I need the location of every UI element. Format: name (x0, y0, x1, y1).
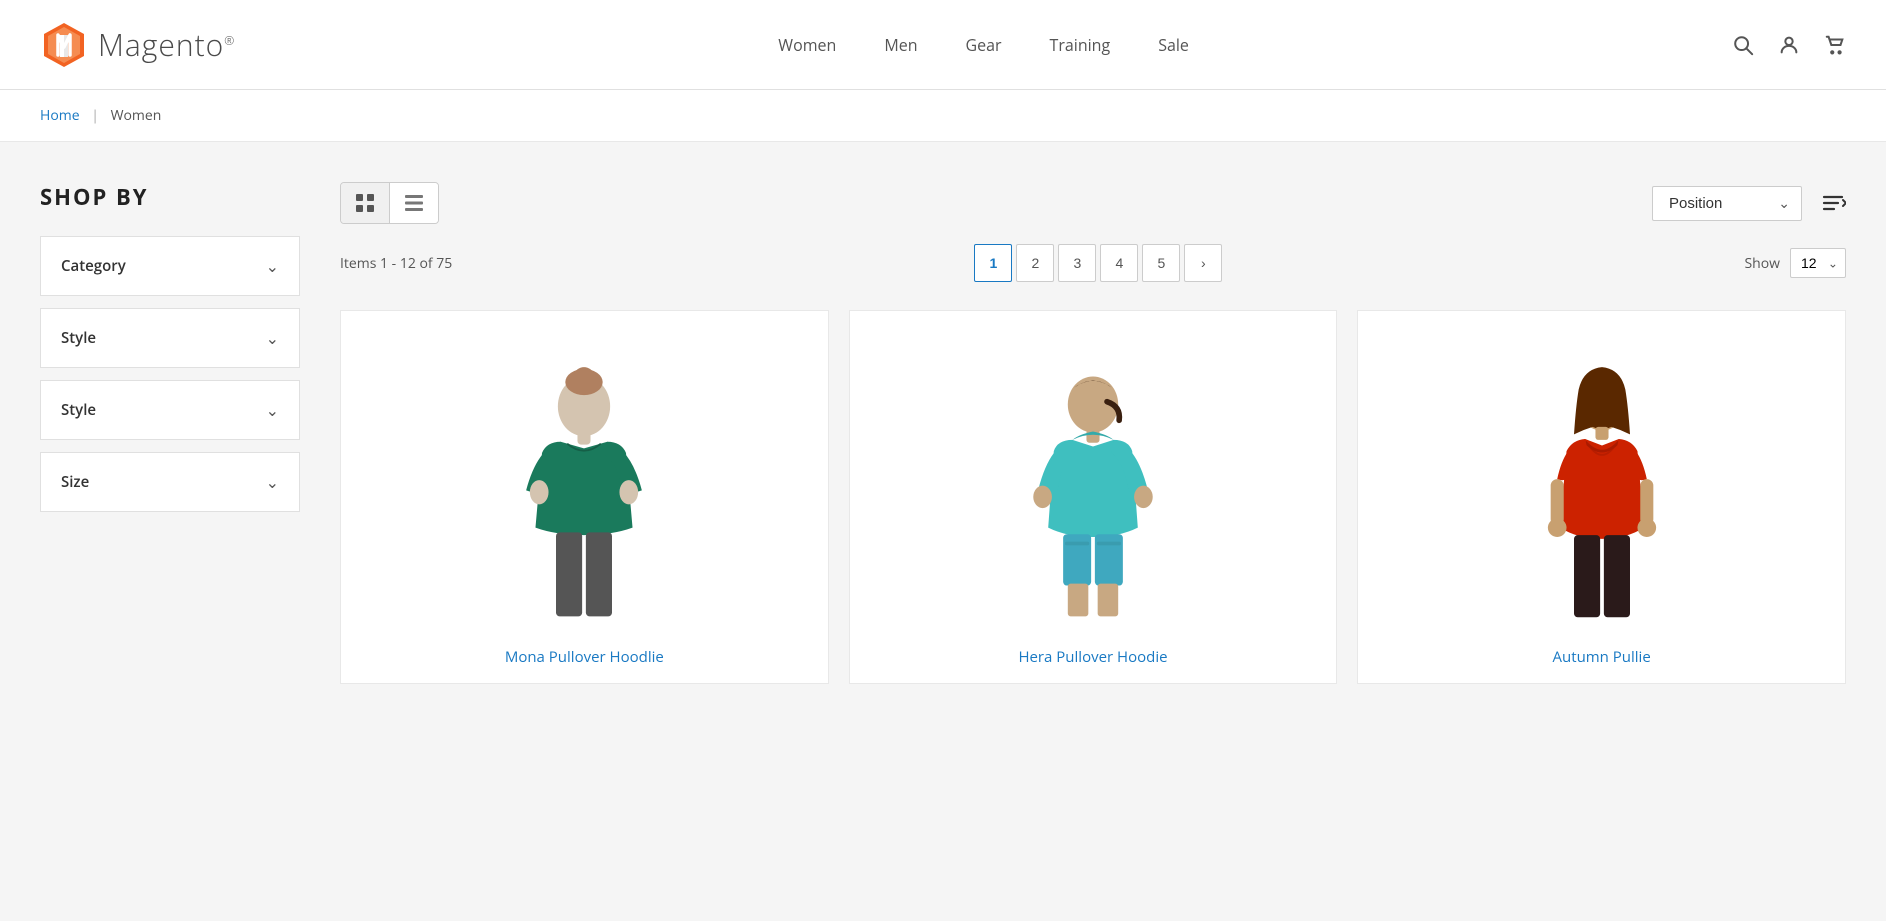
filter-size: Size ⌄ (40, 452, 300, 512)
sort-select[interactable]: Position Product Name Price (1652, 186, 1802, 221)
product-figure-autumn (1502, 341, 1702, 621)
breadcrumb-separator: | (91, 106, 99, 125)
logo-text: Magento® (98, 24, 235, 65)
show-select[interactable]: 12 24 36 (1790, 248, 1846, 278)
product-image-hera (866, 331, 1321, 631)
breadcrumb-home[interactable]: Home (40, 106, 80, 125)
nav-item-men[interactable]: Men (884, 30, 917, 60)
sidebar: SHOP BY Category ⌄ Style ⌄ Style ⌄ Size … (40, 182, 300, 881)
product-name-hera[interactable]: Hera Pullover Hoodie (1018, 647, 1167, 667)
product-figure-mona (484, 341, 684, 621)
logo[interactable]: Magento® (40, 21, 235, 69)
product-figure-hera (993, 341, 1193, 621)
nav-item-sale[interactable]: Sale (1158, 30, 1189, 60)
cart-button[interactable] (1824, 34, 1846, 56)
filter-size-header[interactable]: Size ⌄ (41, 453, 299, 511)
header: Magento® Women Men Gear Training Sale (0, 0, 1886, 90)
show-row: Show 12 24 36 ⌄ (1744, 248, 1846, 278)
product-card-autumn[interactable]: Autumn Pullie (1357, 310, 1846, 684)
toolbar-top: Position Product Name Price ⌄ (340, 182, 1846, 224)
filter-category: Category ⌄ (40, 236, 300, 296)
show-label: Show (1744, 254, 1780, 273)
show-select-wrapper: 12 24 36 ⌄ (1790, 248, 1846, 278)
filter-style2-label: Style (61, 400, 96, 420)
shop-by-title: SHOP BY (40, 182, 300, 212)
breadcrumb: Home | Women (0, 90, 1886, 142)
grid-view-button[interactable] (341, 183, 389, 223)
page-button-1[interactable]: 1 (974, 244, 1012, 282)
page-button-5[interactable]: 5 (1142, 244, 1180, 282)
product-name-autumn[interactable]: Autumn Pullie (1553, 647, 1651, 667)
filter-category-label: Category (61, 256, 126, 276)
grid-icon (355, 193, 375, 213)
filter-style1-chevron: ⌄ (266, 327, 279, 349)
filter-style1-header[interactable]: Style ⌄ (41, 309, 299, 367)
product-card-mona[interactable]: Mona Pullover Hoodlie (340, 310, 829, 684)
product-image-mona (357, 331, 812, 631)
filter-size-chevron: ⌄ (266, 471, 279, 493)
filter-category-header[interactable]: Category ⌄ (41, 237, 299, 295)
account-icon (1778, 34, 1800, 56)
product-name-mona[interactable]: Mona Pullover Hoodlie (505, 647, 664, 667)
product-area: Position Product Name Price ⌄ (340, 182, 1846, 881)
page-next-button[interactable]: › (1184, 244, 1222, 282)
main-nav: Women Men Gear Training Sale (778, 30, 1189, 60)
sort-direction-button[interactable] (1822, 193, 1846, 213)
breadcrumb-current: Women (111, 106, 162, 125)
filter-style1: Style ⌄ (40, 308, 300, 368)
filter-category-chevron: ⌄ (266, 255, 279, 277)
filter-style1-label: Style (61, 328, 96, 348)
view-toggle (340, 182, 439, 224)
product-card-hera[interactable]: Hera Pullover Hoodie (849, 310, 1338, 684)
search-button[interactable] (1732, 34, 1754, 56)
account-button[interactable] (1778, 34, 1800, 56)
page-button-2[interactable]: 2 (1016, 244, 1054, 282)
filter-style2: Style ⌄ (40, 380, 300, 440)
nav-item-gear[interactable]: Gear (966, 30, 1002, 60)
nav-item-women[interactable]: Women (778, 30, 836, 60)
main-container: SHOP BY Category ⌄ Style ⌄ Style ⌄ Size … (0, 142, 1886, 921)
page-button-3[interactable]: 3 (1058, 244, 1096, 282)
filter-style2-chevron: ⌄ (266, 399, 279, 421)
magento-logo-icon (40, 21, 88, 69)
nav-item-training[interactable]: Training (1050, 30, 1111, 60)
product-grid: Mona Pullover Hoodlie (340, 310, 1846, 684)
toolbar-right: Position Product Name Price ⌄ (1652, 186, 1846, 221)
page-button-4[interactable]: 4 (1100, 244, 1138, 282)
list-view-button[interactable] (389, 183, 438, 223)
filter-style2-header[interactable]: Style ⌄ (41, 381, 299, 439)
header-icons (1732, 34, 1846, 56)
sort-direction-icon (1822, 193, 1846, 213)
search-icon (1732, 34, 1754, 56)
toolbar-left (340, 182, 439, 224)
list-icon (404, 193, 424, 213)
pagination-row: Items 1 - 12 of 75 1 2 3 4 5 › Show 12 2… (340, 244, 1846, 282)
items-count: Items 1 - 12 of 75 (340, 254, 452, 273)
filter-size-label: Size (61, 472, 89, 492)
product-image-autumn (1374, 331, 1829, 631)
cart-icon (1824, 34, 1846, 56)
pagination: 1 2 3 4 5 › (974, 244, 1222, 282)
sort-wrapper: Position Product Name Price ⌄ (1652, 186, 1802, 221)
